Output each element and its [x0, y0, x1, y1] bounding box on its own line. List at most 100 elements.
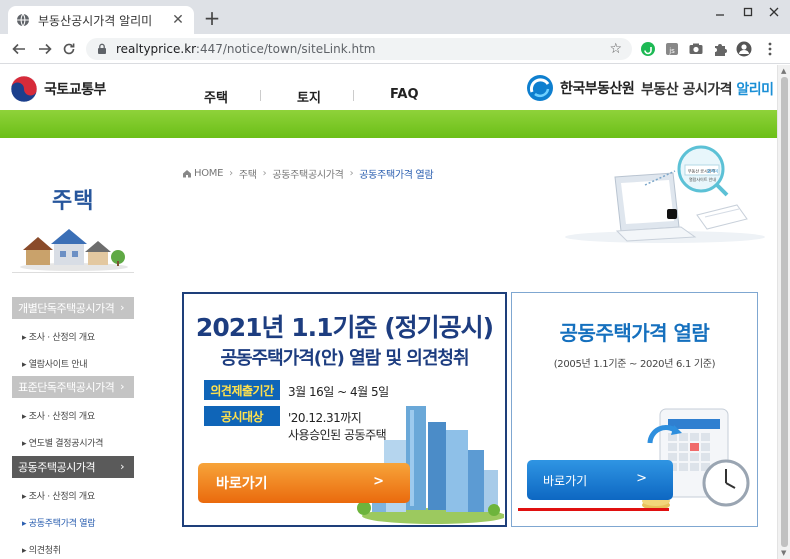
minimize-icon[interactable] [706, 6, 734, 21]
address-bar[interactable]: realtyprice.kr:447/notice/town/siteLink.… [86, 38, 632, 60]
period-value: 3월 16일 ~ 4월 5일 [288, 385, 389, 399]
sidebar-item[interactable]: ▸ 조사 · 산정의 개요 [22, 330, 95, 343]
agency-name: 한국부동산원 [560, 81, 635, 97]
notice-subtitle: 공동주택가격(안) 열람 및 의견청취 [220, 348, 469, 369]
buildings-illustration [357, 406, 504, 524]
nav-faq[interactable]: FAQ [390, 87, 419, 102]
button-label: 바로가기 [543, 473, 588, 488]
period-badge: 의견제출기간 [204, 380, 280, 400]
target-badge: 공시대상 [204, 406, 280, 426]
chevron-right-icon: › [120, 301, 124, 314]
sidebar-item[interactable]: ▸ 조사 · 산정의 개요 [22, 489, 95, 502]
extensions-puzzle-icon[interactable] [712, 41, 728, 57]
breadcrumb-item[interactable]: 공동주택공시가격 [272, 166, 344, 181]
sidebar-item[interactable]: ▸ 조사 · 산정의 개요 [22, 409, 95, 422]
service-name-main: 부동산 공시가격 [641, 82, 733, 98]
go-to-notice-button[interactable]: 바로가기 > [198, 463, 410, 503]
chevron-right-icon: › [120, 380, 124, 393]
breadcrumb: HOME › 주택 › 공동주택공시가격 › 공동주택가격 열람 [182, 166, 434, 181]
nav-housing[interactable]: 주택 [204, 87, 228, 106]
extension-js-icon[interactable]: js [664, 41, 680, 57]
svg-text:js: js [668, 47, 675, 55]
url-text: realtyprice.kr:447/notice/town/siteLink.… [116, 42, 375, 56]
taegeuk-icon [10, 75, 38, 103]
camera-icon[interactable] [688, 41, 704, 57]
sidebar-item[interactable]: ▸ 의견청취 [22, 543, 61, 556]
go-to-archive-button[interactable]: 바로가기 > [527, 460, 673, 500]
kebab-menu-icon[interactable] [762, 41, 778, 57]
home-icon [183, 170, 191, 178]
nav-land[interactable]: 토지 [297, 87, 321, 106]
sidebar-section-standard-house[interactable]: 표준단독주택공시가격 › [12, 376, 134, 398]
browser-toolbar: realtyprice.kr:447/notice/town/siteLink.… [0, 34, 790, 64]
breadcrumb-home[interactable]: HOME [194, 168, 223, 179]
sidebar-item[interactable]: ▸ 연도별 결정공시가격 [22, 436, 103, 449]
profile-avatar-icon[interactable] [736, 41, 752, 57]
sidebar-section-label: 표준단독주택공시가격 [18, 381, 115, 394]
breadcrumb-item[interactable]: 주택 [239, 166, 257, 181]
sidebar-section-apartment[interactable]: 공동주택공시가격 › [12, 456, 134, 478]
agency-emblem-icon [527, 75, 553, 101]
tab-title: 부동산공시가격 알리미 [38, 13, 153, 28]
lock-icon [98, 43, 106, 54]
window-close-icon[interactable] [760, 6, 788, 21]
ministry-name: 국토교통부 [44, 82, 106, 98]
service-logo[interactable]: 부동산 공시가격 알리미 [641, 79, 774, 99]
web-page: 국토교통부 주택 토지 FAQ 한국부동산원 부동산 공시가격 알리미 주택 개… [0, 65, 777, 559]
extension-green-icon[interactable] [640, 41, 656, 57]
sidebar-section-individual-house[interactable]: 개별단독주택공시가격 › [12, 297, 134, 319]
service-name-accent: 알리미 [736, 82, 774, 98]
scrollbar-thumb[interactable] [781, 77, 788, 547]
laptop-text-2: 알리미 [707, 168, 718, 174]
highlight-underline [518, 508, 669, 511]
houses-illustration-icon [20, 229, 128, 271]
url-path: :447/notice/town/siteLink.htm [195, 42, 376, 56]
browser-tab[interactable]: 부동산공시가격 알리미 ✕ [8, 6, 194, 34]
notice-box: 2021년 1.1기준 (정기공시) 공동주택가격(안) 열람 및 의견청취 의… [182, 292, 507, 527]
agency-logo[interactable]: 한국부동산원 [526, 74, 635, 102]
sidebar-item-label: 조사 · 산정의 개요 [28, 412, 95, 422]
tab-close-icon[interactable]: ✕ [170, 12, 186, 28]
sidebar-divider [12, 272, 134, 273]
new-tab-icon[interactable]: + [202, 8, 222, 28]
site-header: 국토교통부 주택 토지 FAQ 한국부동산원 부동산 공시가격 알리미 [0, 65, 777, 109]
reload-icon[interactable] [60, 40, 78, 58]
sidebar-item-label: 공동주택가격 열람 [28, 519, 96, 529]
sidebar-item-label: 조사 · 산정의 개요 [28, 333, 95, 343]
sidebar-item-active[interactable]: ▸ 공동주택가격 열람 [22, 516, 95, 529]
laptop-text-3: 열람사이트 안내 [689, 176, 716, 182]
chevron-right-icon: › [229, 168, 233, 179]
forward-icon[interactable] [36, 40, 54, 58]
scroll-down-icon[interactable]: ▼ [781, 549, 786, 557]
laptop-magnifier-illustration: 부동산 공시가격 알리미 열람사이트 안내 [565, 145, 765, 243]
sidebar-section-label: 개별단독주택공시가격 [18, 302, 115, 315]
chevron-right-icon: › [262, 168, 267, 179]
sidebar-section-label: 공동주택공시가격 [18, 461, 95, 474]
breadcrumb-current: 공동주택가격 열람 [359, 170, 434, 181]
scroll-up-icon[interactable]: ▲ [781, 67, 786, 75]
chevron-right-dotted-icon: > [373, 474, 384, 489]
notice-title: 2021년 1.1기준 (정기공시) [195, 313, 494, 342]
sidebar-item-label: 의견청취 [28, 546, 61, 556]
url-host: realtyprice.kr [116, 42, 196, 56]
green-banner-bar [0, 110, 777, 138]
sidebar-item-label: 열람사이트 안내 [28, 360, 88, 370]
chevron-right-icon: › [120, 460, 124, 473]
maximize-icon[interactable] [734, 6, 762, 21]
archive-box: 공동주택가격 열람 (2005년 1.1기준 ~ 2020년 6.1 기준) 바… [511, 292, 758, 527]
sidebar-item-label: 조사 · 산정의 개요 [28, 492, 95, 502]
back-icon[interactable] [10, 40, 28, 58]
archive-range: (2005년 1.1기준 ~ 2020년 6.1 기준) [553, 359, 716, 370]
chevron-right-icon: › [349, 168, 354, 179]
globe-icon [17, 13, 29, 27]
ministry-logo[interactable]: 국토교통부 [10, 75, 106, 103]
bookmark-star-icon[interactable]: ☆ [609, 41, 622, 57]
sidebar-title: 주택 [52, 189, 95, 214]
sidebar-item[interactable]: ▸ 열람사이트 안내 [22, 357, 88, 370]
archive-title: 공동주택가격 열람 [559, 321, 710, 345]
page-scrollbar[interactable]: ▲ ▼ [777, 65, 790, 559]
chevron-right-dotted-icon: > [636, 471, 647, 486]
button-label: 바로가기 [216, 476, 268, 492]
sidebar-item-label: 연도별 결정공시가격 [28, 439, 104, 449]
nav-divider [353, 90, 354, 101]
